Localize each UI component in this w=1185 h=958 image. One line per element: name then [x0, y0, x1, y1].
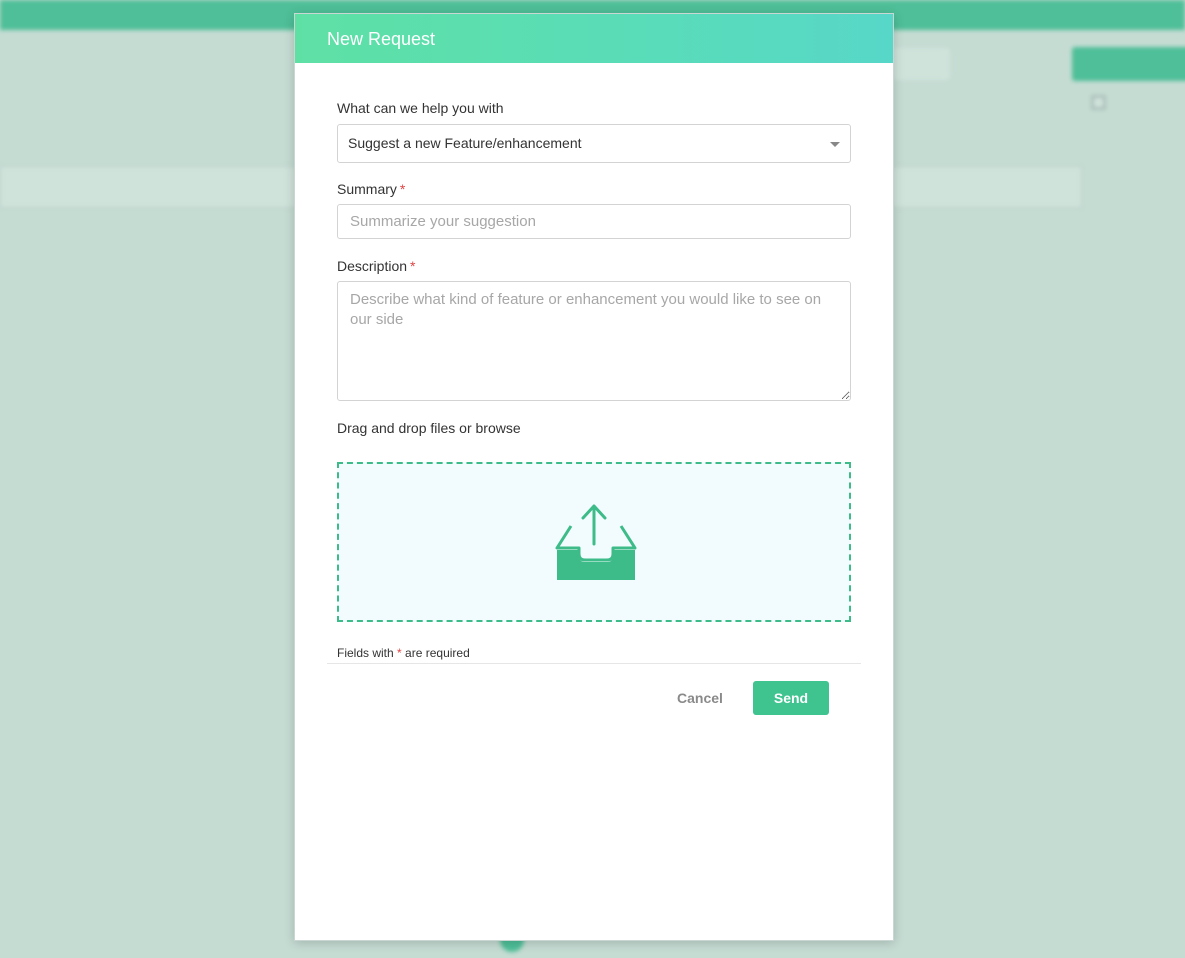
summary-label: Summary * — [337, 181, 405, 197]
required-note-suffix: are required — [405, 646, 470, 660]
help-topic-selected-value: Suggest a new Feature/enhancement — [348, 135, 582, 151]
background-new-request-button — [1072, 47, 1185, 81]
description-label: Description * — [337, 258, 415, 274]
attachment-label: Drag and drop files or browse — [337, 420, 521, 436]
footer-divider — [327, 663, 861, 664]
background-filter-right — [880, 166, 1082, 208]
chevron-down-icon — [830, 142, 840, 147]
file-dropzone[interactable] — [337, 462, 851, 622]
summary-label-text: Summary — [337, 181, 397, 197]
help-topic-label: What can we help you with — [337, 100, 504, 116]
required-marker: * — [410, 258, 416, 274]
help-topic-select[interactable]: Suggest a new Feature/enhancement — [337, 124, 851, 163]
summary-input[interactable] — [337, 204, 851, 239]
description-textarea[interactable] — [337, 281, 851, 401]
modal-title: New Request — [327, 29, 436, 49]
modal-header: New Request — [295, 14, 893, 63]
cancel-button[interactable]: Cancel — [665, 681, 735, 714]
send-button[interactable]: Send — [753, 681, 829, 715]
inbox-upload-icon — [555, 504, 637, 580]
required-fields-note: Fields with * are required — [337, 646, 470, 660]
required-note-prefix: Fields with — [337, 646, 394, 660]
background-status-filter — [0, 166, 322, 208]
description-label-text: Description — [337, 258, 408, 274]
new-request-modal: New Request What can we help you with Su… — [294, 13, 894, 941]
background-checkbox — [1092, 96, 1105, 109]
required-marker: * — [397, 646, 402, 660]
required-marker: * — [399, 181, 406, 197]
